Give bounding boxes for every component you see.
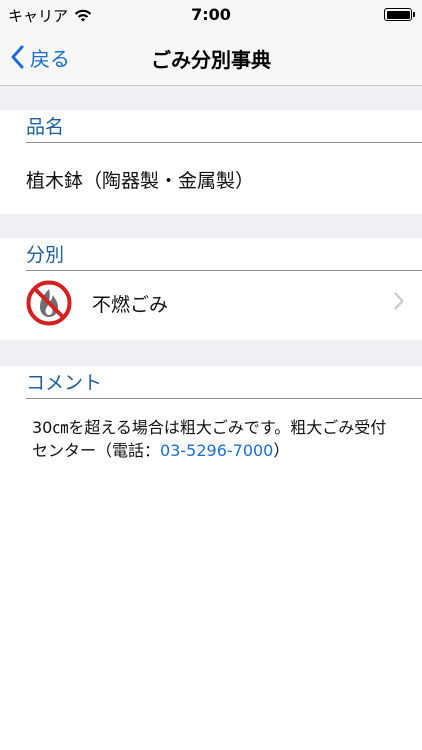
comment-text-end: ） [273,441,290,460]
section-gap [0,214,422,238]
navigation-bar: 戻る ごみ分別事典 [0,30,422,86]
status-bar: キャリア 7:00 [0,0,422,30]
section-category: 分別 不燃ごみ [0,238,422,340]
comment-text: 30㎝を超える場合は粗大ごみです。粗大ごみ受付センター（電話：03-5296-7… [32,416,392,462]
section-item-name: 品名 植木鉢（陶器製・金属製） [0,110,422,214]
phone-link[interactable]: 03-5296-7000 [160,441,273,460]
chevron-right-icon [394,292,404,310]
section-header-category: 分別 [26,240,422,271]
category-label: 不燃ごみ [92,294,169,316]
section-comment: コメント 30㎝を超える場合は粗大ごみです。粗大ごみ受付センター（電話：03-5… [0,366,422,750]
section-header-name: 品名 [26,112,422,143]
section-gap [0,86,422,110]
battery-icon [384,8,415,21]
section-gap [0,340,422,366]
page-title: ごみ分別事典 [151,48,271,72]
category-row[interactable]: 不燃ごみ [0,272,422,332]
section-header-comment: コメント [26,368,422,399]
status-time: 7:00 [191,5,231,24]
item-name-value: 植木鉢（陶器製・金属製） [26,170,255,192]
no-fire-icon [26,280,72,326]
